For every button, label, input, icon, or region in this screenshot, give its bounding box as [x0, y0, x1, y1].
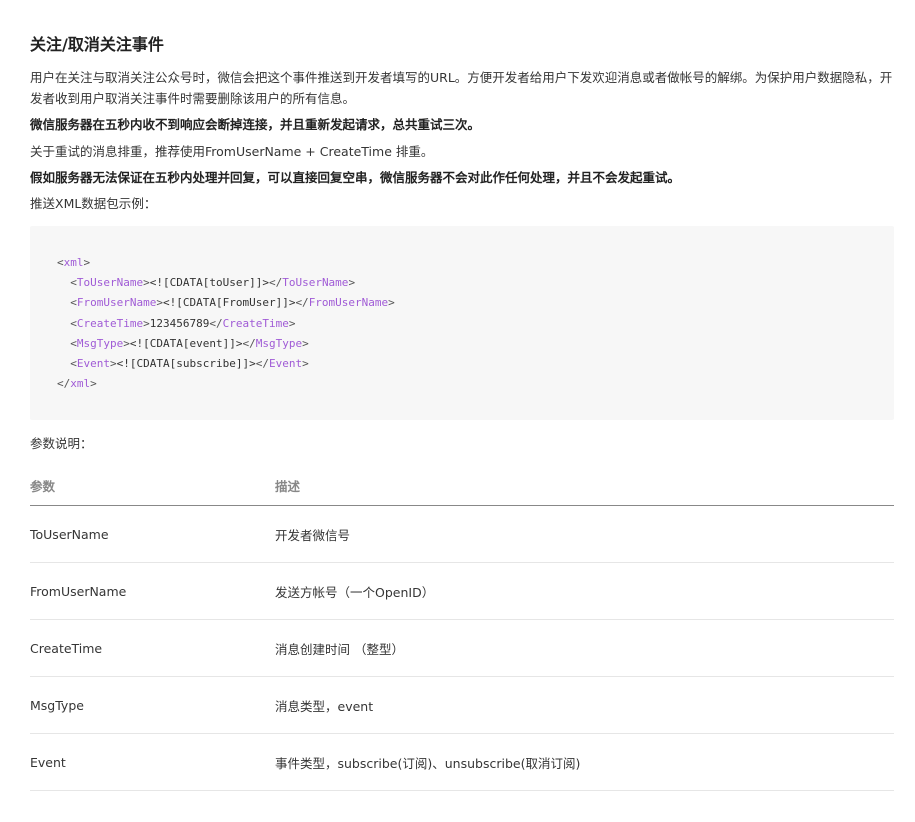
code-value: <![CDATA[subscribe]]>	[116, 356, 256, 370]
param-desc: 发送方帐号（一个OpenID）	[275, 562, 894, 620]
retry-warning: 微信服务器在五秒内收不到响应会断掉连接，并且重新发起请求，总共重试三次。	[30, 117, 481, 132]
code-line-close-root: </xml>	[57, 377, 97, 391]
empty-reply-note: 假如服务器无法保证在五秒内处理并回复，可以直接回复空串，微信服务器不会对此作任何…	[30, 170, 681, 185]
param-name: CreateTime	[30, 619, 275, 677]
param-desc: 事件类型，subscribe(订阅)、unsubscribe(取消订阅)	[275, 733, 894, 791]
table-row: MsgType 消息类型，event	[30, 676, 894, 734]
param-desc: 消息类型，event	[275, 676, 894, 734]
param-name: Event	[30, 733, 275, 791]
code-tag-close: Event	[268, 356, 303, 370]
table-row: Event 事件类型，subscribe(订阅)、unsubscribe(取消订阅…	[30, 733, 894, 791]
param-name: MsgType	[30, 676, 275, 734]
code-value: 123456789	[149, 316, 210, 330]
code-tag-close: CreateTime	[222, 316, 289, 330]
code-tag-open: ToUserName	[76, 276, 144, 290]
code-value: <![CDATA[event]]>	[129, 336, 243, 350]
table-header-desc: 描述	[275, 466, 894, 506]
param-name: FromUserName	[30, 562, 275, 620]
param-desc: 消息创建时间 （整型）	[275, 619, 894, 677]
code-tag-close: ToUserName	[282, 276, 349, 290]
code-line: <ToUserName><![CDATA[toUser]]></ToUserNa…	[70, 276, 356, 290]
intro-paragraph: 用户在关注与取消关注公众号时，微信会把这个事件推送到开发者填写的URL。方便开发…	[30, 70, 893, 106]
code-value: <![CDATA[toUser]]>	[149, 276, 269, 290]
doc-page: 关注/取消关注事件 用户在关注与取消关注公众号时，微信会把这个事件推送到开发者填…	[0, 0, 915, 822]
xml-example-label: 推送XML数据包示例：	[30, 196, 157, 211]
table-row: FromUserName 发送方帐号（一个OpenID）	[30, 562, 894, 620]
code-tag-close: FromUserName	[308, 296, 389, 310]
page-title: 关注/取消关注事件	[30, 35, 164, 54]
code-value: <![CDATA[FromUser]]>	[162, 296, 296, 310]
code-line-open-root: <xml>	[57, 256, 91, 269]
dedup-note: 关于重试的消息排重，推荐使用FromUserName + CreateTime …	[30, 144, 434, 159]
table-row: CreateTime 消息创建时间 （整型）	[30, 619, 894, 677]
params-table: 参数 描述 ToUserName 开发者微信号 FromUserName 发送方帐号（…	[30, 466, 894, 791]
table-header-row: 参数 描述	[30, 466, 894, 506]
table-body: ToUserName 开发者微信号 FromUserName 发送方帐号（一个Open…	[30, 505, 894, 791]
code-tag-open: FromUserName	[76, 296, 157, 310]
code-line: <MsgType><![CDATA[event]]></MsgType>	[70, 336, 309, 350]
params-label: 参数说明：	[30, 436, 93, 451]
xml-code-block[interactable]: <xml> <ToUserName><![CDATA[toUser]]></To…	[30, 226, 894, 420]
code-line: <CreateTime>123456789</CreateTime>	[70, 316, 296, 330]
param-desc: 开发者微信号	[275, 505, 894, 563]
code-lines: <ToUserName><![CDATA[toUser]]></ToUserNa…	[57, 273, 894, 374]
code-root-tag-open: xml	[63, 256, 84, 269]
table-row: ToUserName 开发者微信号	[30, 505, 894, 563]
code-line: <FromUserName><![CDATA[FromUser]]></From…	[70, 296, 395, 310]
param-name: ToUserName	[30, 505, 275, 563]
code-tag-open: CreateTime	[76, 316, 144, 330]
code-tag-close: MsgType	[255, 336, 303, 350]
code-root-tag-close: xml	[70, 377, 91, 391]
code-tag-open: MsgType	[76, 336, 124, 350]
code-tag-open: Event	[76, 356, 110, 370]
code-line: <Event><![CDATA[subscribe]]></Event>	[70, 356, 309, 370]
table-header-param: 参数	[30, 466, 275, 506]
